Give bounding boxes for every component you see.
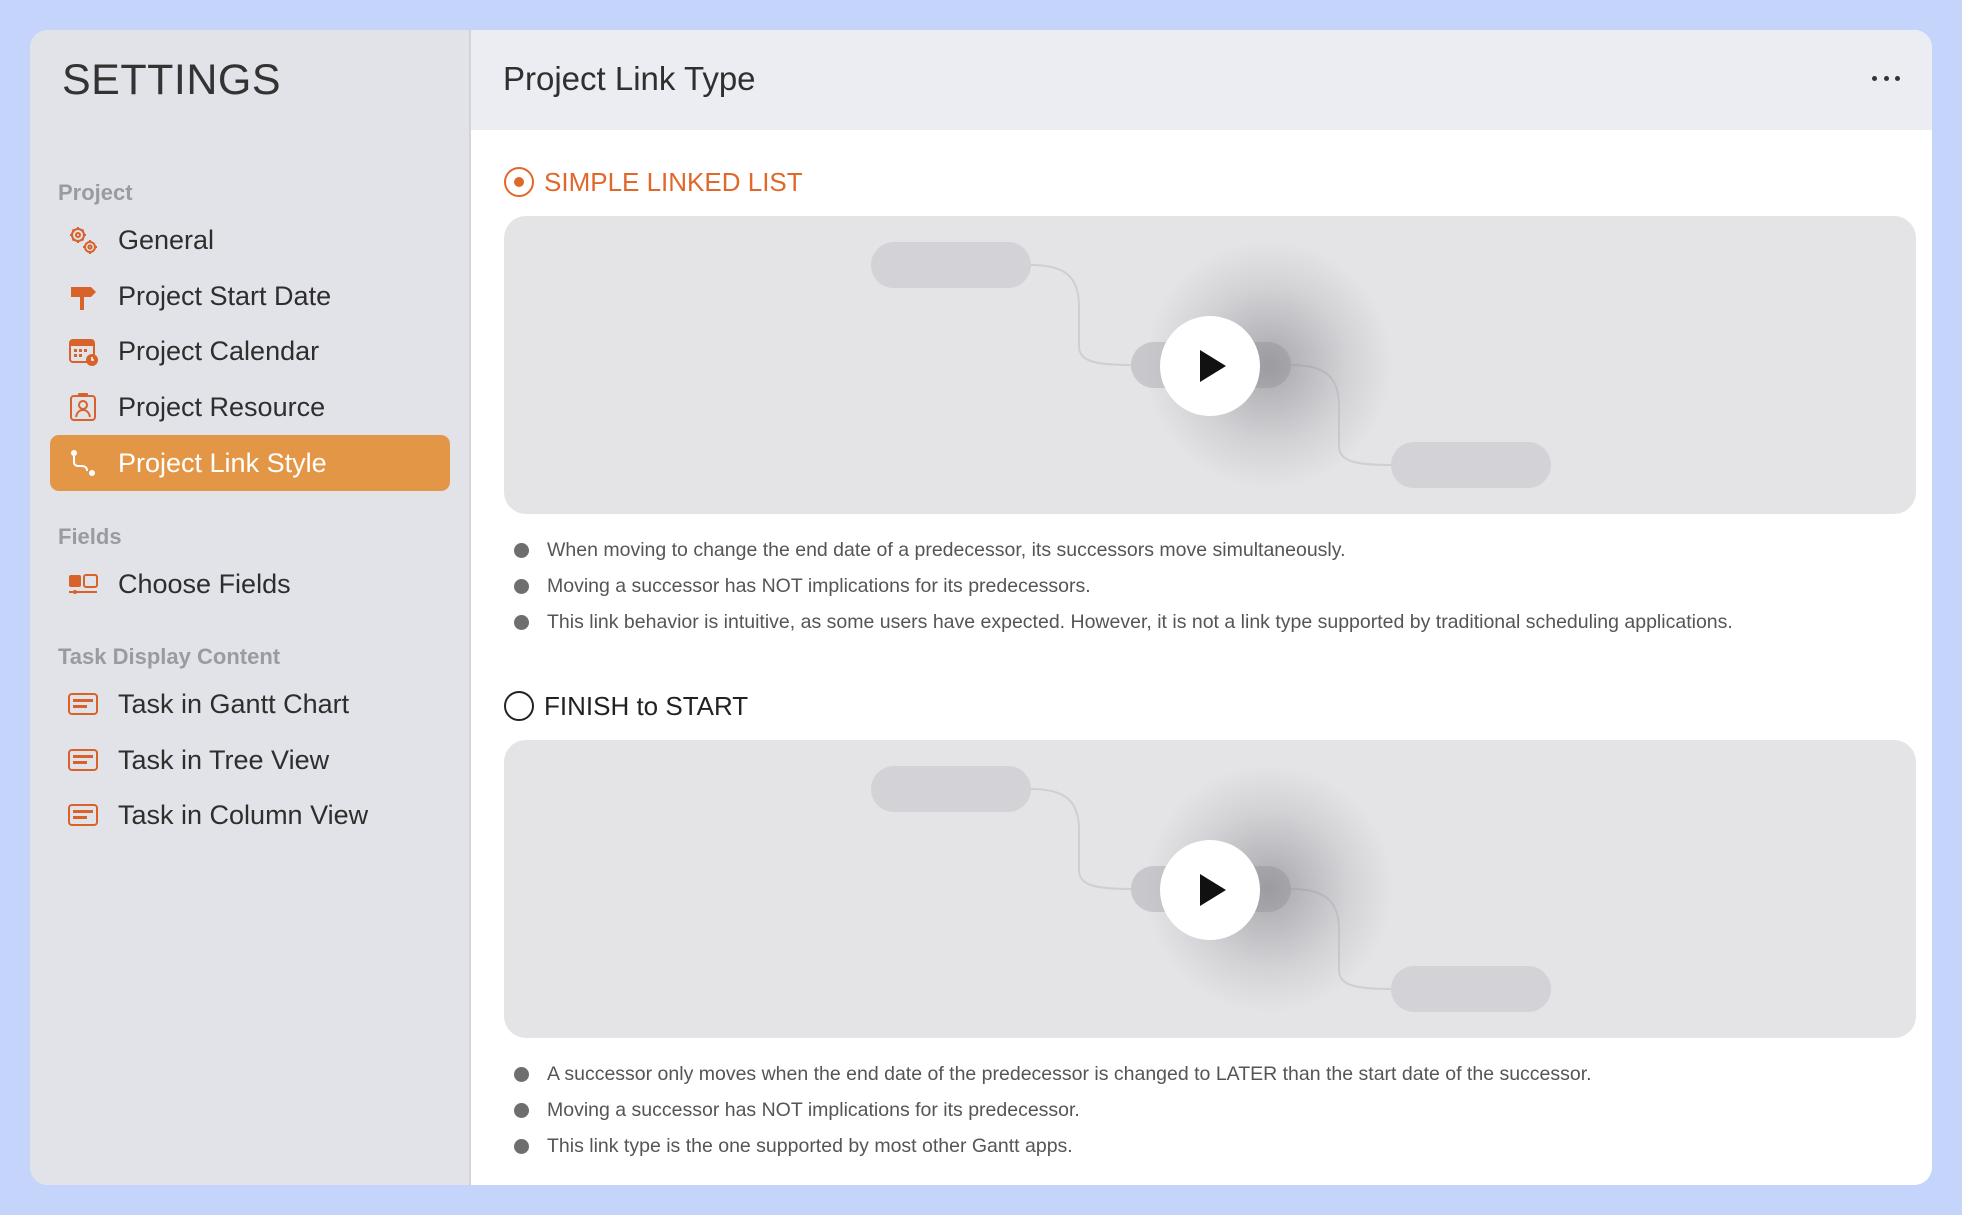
more-options-button[interactable]: [1868, 64, 1904, 92]
list-item: This link type is the one supported by m…: [504, 1128, 1916, 1164]
calendar-clock-icon: [66, 334, 100, 368]
sidebar-item-label: Project Calendar: [118, 335, 320, 366]
sidebar-item-project-link-style[interactable]: Project Link Style: [50, 435, 450, 491]
demo-video[interactable]: [504, 740, 1916, 1038]
sidebar-item-label: Task in Tree View: [118, 744, 330, 775]
main-panel: Project Link Type SIMPLE LINKED LIST Whe…: [471, 30, 1932, 1185]
radio-option-finish-to-start[interactable]: FINISH to START: [504, 686, 1916, 726]
list-item: A successor only moves when the end date…: [504, 1056, 1916, 1092]
sidebar-item-project-resource[interactable]: Project Resource: [50, 379, 450, 435]
sidebar-title: SETTINGS: [62, 56, 282, 104]
task-card-icon: [66, 798, 100, 832]
option-simple-linked-list: SIMPLE LINKED LIST When moving to change…: [504, 162, 1916, 640]
play-button[interactable]: [1160, 840, 1260, 940]
option-title: FINISH to START: [544, 690, 749, 721]
list-item: This link behavior is intuitive, as some…: [504, 604, 1916, 640]
description-list: When moving to change the end date of a …: [504, 532, 1916, 640]
list-item: Moving a successor has NOT implications …: [504, 1092, 1916, 1128]
settings-window: SETTINGS Project General Project Start D…: [30, 30, 1932, 1185]
sidebar-item-task-gantt[interactable]: Task in Gantt Chart: [50, 676, 450, 732]
sidebar-item-general[interactable]: General: [50, 212, 450, 268]
task-card-icon: [66, 743, 100, 777]
description-list: A successor only moves when the end date…: [504, 1056, 1916, 1164]
play-icon: [1200, 350, 1226, 382]
task-card-icon: [66, 687, 100, 721]
section-label-project: Project: [58, 180, 133, 205]
sidebar-item-label: Task in Column View: [118, 799, 369, 830]
link-path-icon: [66, 446, 100, 480]
section-label-task-display: Task Display Content: [58, 644, 281, 669]
play-button[interactable]: [1160, 316, 1260, 416]
radio-unselected-icon[interactable]: [504, 691, 534, 721]
sidebar-item-task-column[interactable]: Task in Column View: [50, 787, 450, 843]
sidebar-item-label: Project Link Style: [118, 447, 327, 478]
section-label-fields: Fields: [58, 524, 122, 549]
header: Project Link Type: [471, 30, 1932, 130]
demo-video[interactable]: [504, 216, 1916, 514]
list-item: When moving to change the end date of a …: [504, 532, 1916, 568]
sidebar-item-label: Task in Gantt Chart: [118, 688, 350, 719]
ellipsis-icon: [1872, 75, 1877, 81]
sidebar-item-project-start-date[interactable]: Project Start Date: [50, 268, 450, 324]
sidebar-item-label: Choose Fields: [118, 568, 291, 599]
radio-selected-icon[interactable]: [504, 167, 534, 197]
sidebar-item-label: Project Resource: [118, 391, 326, 422]
option-finish-to-start: FINISH to START A successor only moves w…: [504, 686, 1916, 1164]
sidebar-item-project-calendar[interactable]: Project Calendar: [50, 323, 450, 379]
page-title: Project Link Type: [503, 60, 756, 97]
sidebar-item-label: General: [118, 224, 215, 255]
signpost-icon: [66, 279, 100, 313]
play-icon: [1200, 874, 1226, 906]
sidebar-item-task-tree[interactable]: Task in Tree View: [50, 732, 450, 788]
radio-option-simple-linked-list[interactable]: SIMPLE LINKED LIST: [504, 162, 1916, 202]
person-badge-icon: [66, 390, 100, 424]
sidebar-item-label: Project Start Date: [118, 280, 332, 311]
option-title: SIMPLE LINKED LIST: [544, 166, 803, 197]
list-item: Moving a successor has NOT implications …: [504, 568, 1916, 604]
sidebar-item-choose-fields[interactable]: Choose Fields: [50, 556, 450, 612]
gears-icon: [66, 223, 100, 257]
sidebar: SETTINGS Project General Project Start D…: [30, 30, 471, 1185]
fields-icon: [66, 567, 100, 601]
